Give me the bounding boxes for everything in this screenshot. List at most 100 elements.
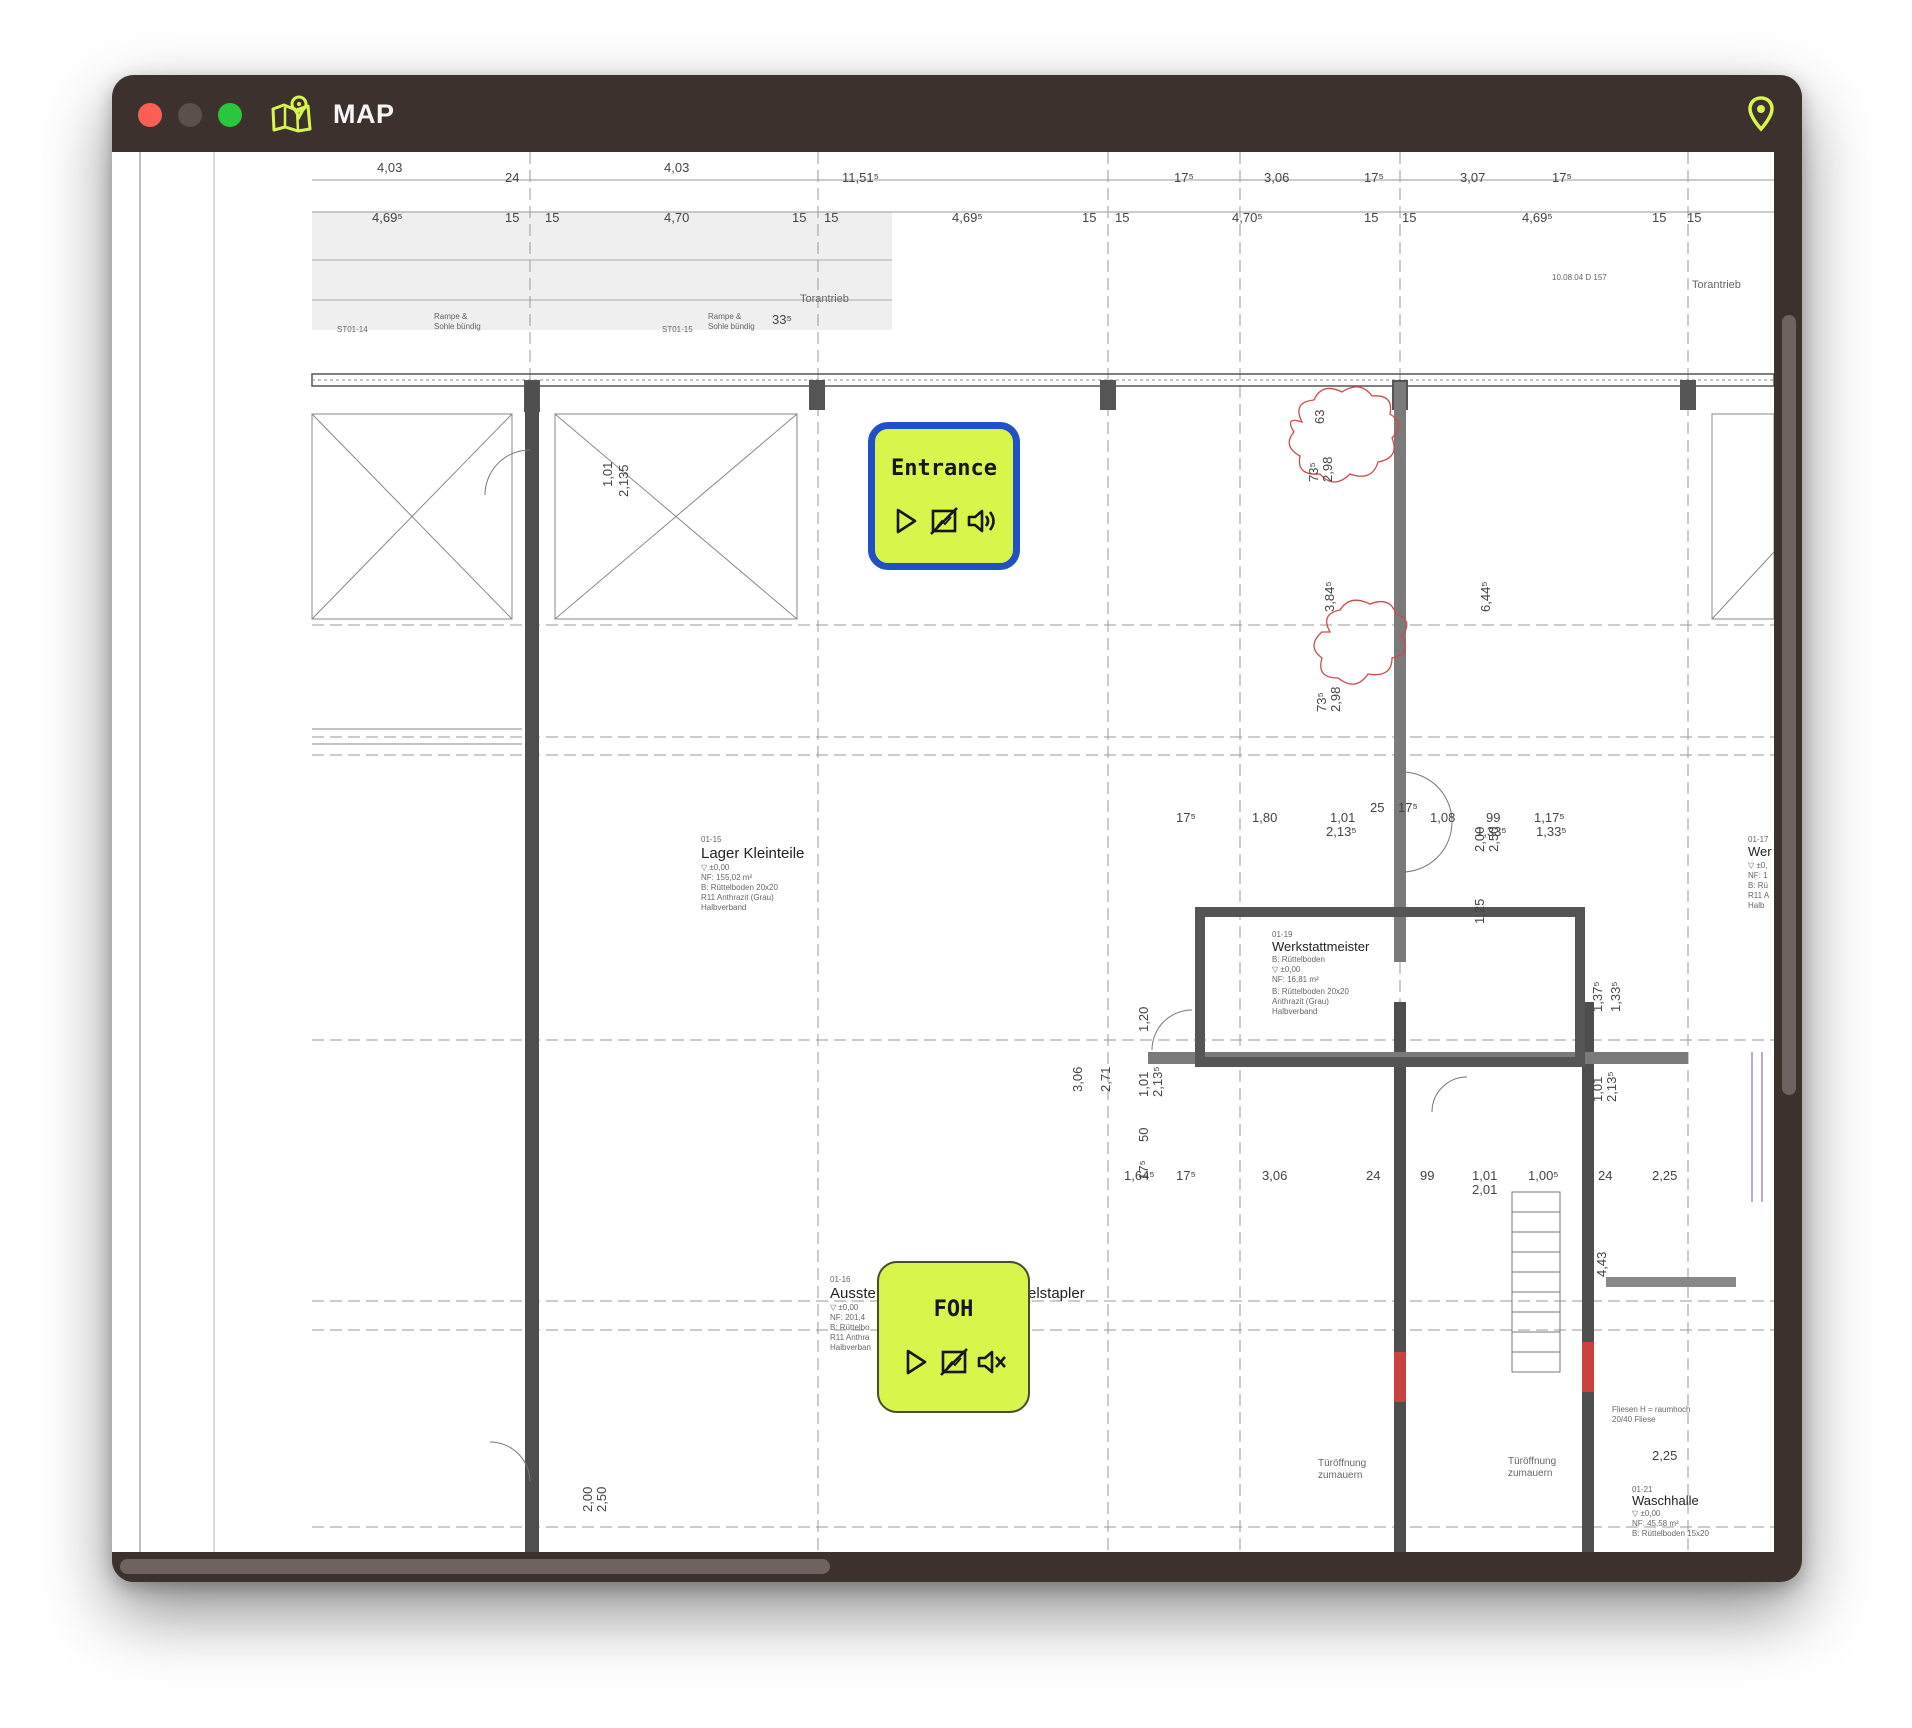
svg-text:Anthrazit (Grau): Anthrazit (Grau) <box>1272 997 1329 1006</box>
svg-text:3,06: 3,06 <box>1070 1067 1085 1092</box>
svg-text:24: 24 <box>1366 1168 1380 1183</box>
svg-text:17⁵: 17⁵ <box>1176 810 1196 825</box>
no-video-icon[interactable] <box>928 505 960 537</box>
svg-text:73⁵: 73⁵ <box>1314 692 1329 712</box>
svg-text:R11 Anthra: R11 Anthra <box>830 1333 870 1342</box>
svg-text:ST01-14: ST01-14 <box>337 325 368 334</box>
svg-text:99: 99 <box>1420 1168 1434 1183</box>
svg-text:20/40 Fliese: 20/40 Fliese <box>1612 1415 1656 1424</box>
map-window: MAP 4,03 24 4,03 11,51⁵ 17⁵ 3,06 17⁵ 3,0… <box>112 75 1802 1582</box>
svg-text:B: Rüttelboden: B: Rüttelboden <box>1272 955 1325 964</box>
svg-text:15: 15 <box>1402 210 1416 225</box>
svg-text:Wer: Wer <box>1748 844 1772 859</box>
play-icon[interactable] <box>900 1346 932 1378</box>
vertical-scrollbar-thumb[interactable] <box>1782 315 1796 1095</box>
zone-foh-label: FOH <box>933 1296 974 1322</box>
svg-text:Halb: Halb <box>1748 901 1765 910</box>
zone-entrance[interactable]: Entrance <box>868 422 1020 570</box>
svg-text:17⁵: 17⁵ <box>1136 1160 1151 1180</box>
svg-text:1,01: 1,01 <box>1472 1168 1497 1183</box>
svg-text:4,69⁵: 4,69⁵ <box>952 210 983 225</box>
svg-text:Torantrieb: Torantrieb <box>1692 279 1741 291</box>
svg-text:1,33⁵: 1,33⁵ <box>1608 981 1623 1012</box>
svg-text:50: 50 <box>1136 1128 1151 1142</box>
svg-text:Rampe &: Rampe & <box>434 312 468 321</box>
svg-text:NF: 201,4: NF: 201,4 <box>830 1313 866 1322</box>
svg-text:1,01: 1,01 <box>1330 810 1355 825</box>
svg-text:15: 15 <box>824 210 838 225</box>
svg-text:B: Rüttelbo: B: Rüttelbo <box>830 1323 870 1332</box>
svg-text:17⁵: 17⁵ <box>1364 170 1384 185</box>
svg-text:1,17⁵: 1,17⁵ <box>1534 810 1565 825</box>
svg-text:R11 Anthrazit (Grau): R11 Anthrazit (Grau) <box>701 893 774 902</box>
svg-text:2,98: 2,98 <box>1320 457 1335 482</box>
horizontal-scrollbar-thumb[interactable] <box>120 1559 830 1574</box>
svg-text:▽ ±0,00: ▽ ±0,00 <box>830 1303 859 1312</box>
svg-text:NF: 155,02 m²: NF: 155,02 m² <box>701 873 752 882</box>
location-pin-icon[interactable] <box>1746 95 1776 138</box>
svg-text:2,50: 2,50 <box>1486 827 1501 852</box>
svg-text:zumauern: zumauern <box>1508 1468 1552 1479</box>
svg-text:3,06: 3,06 <box>1262 1168 1287 1183</box>
zone-foh-controls <box>900 1346 1008 1378</box>
svg-text:1,37⁵: 1,37⁵ <box>1590 981 1605 1012</box>
zone-foh[interactable]: FOH <box>877 1261 1030 1413</box>
svg-text:4,43: 4,43 <box>1594 1252 1609 1277</box>
volume-on-icon[interactable] <box>966 505 998 537</box>
svg-text:Werkstattmeister: Werkstattmeister <box>1272 939 1370 954</box>
svg-text:B: Rüttelboden 20x20: B: Rüttelboden 20x20 <box>701 883 778 892</box>
svg-text:24: 24 <box>505 170 519 185</box>
svg-text:NF: 1: NF: 1 <box>1748 871 1768 880</box>
svg-text:17⁵: 17⁵ <box>1176 1168 1196 1183</box>
svg-text:73⁵: 73⁵ <box>1306 462 1321 482</box>
svg-text:15: 15 <box>1687 210 1701 225</box>
svg-text:2,50: 2,50 <box>594 1487 609 1512</box>
svg-text:01-16: 01-16 <box>830 1275 851 1284</box>
svg-text:B: Rü: B: Rü <box>1748 881 1768 890</box>
svg-text:15: 15 <box>545 210 559 225</box>
svg-text:4,03: 4,03 <box>664 160 689 175</box>
svg-text:▽ ±0,00: ▽ ±0,00 <box>701 863 730 872</box>
svg-text:1,01: 1,01 <box>1136 1072 1151 1097</box>
svg-text:01-15: 01-15 <box>701 835 722 844</box>
svg-text:2,135: 2,135 <box>616 464 631 497</box>
svg-text:2,13⁵: 2,13⁵ <box>1150 1066 1165 1097</box>
play-icon[interactable] <box>890 505 922 537</box>
svg-text:15: 15 <box>1652 210 1666 225</box>
svg-text:NF: 16,81 m²: NF: 16,81 m² <box>1272 975 1319 984</box>
svg-text:1,00⁵: 1,00⁵ <box>1528 1168 1559 1183</box>
svg-text:▽ ±0,00: ▽ ±0,00 <box>1272 965 1301 974</box>
svg-text:1,01: 1,01 <box>600 462 615 487</box>
svg-text:Sohle bündig: Sohle bündig <box>434 322 481 331</box>
svg-text:4,03: 4,03 <box>377 160 402 175</box>
svg-text:4,70: 4,70 <box>664 210 689 225</box>
svg-text:Sohle bündig: Sohle bündig <box>708 322 755 331</box>
svg-text:3,06: 3,06 <box>1264 170 1289 185</box>
svg-text:Ausste: Ausste <box>830 1285 876 1302</box>
zoom-window-button[interactable] <box>218 103 242 127</box>
svg-text:Halbverband: Halbverband <box>1272 1007 1317 1016</box>
close-window-button[interactable] <box>138 103 162 127</box>
svg-text:ST01-15: ST01-15 <box>662 325 693 334</box>
svg-text:99: 99 <box>1486 810 1500 825</box>
svg-text:2,25: 2,25 <box>1652 1448 1677 1463</box>
svg-text:3,07: 3,07 <box>1460 170 1485 185</box>
svg-text:Fliesen H = raumhoch: Fliesen H = raumhoch <box>1612 1405 1690 1414</box>
svg-text:1,01: 1,01 <box>1590 1077 1605 1102</box>
zone-entrance-controls <box>890 505 998 537</box>
no-video-icon[interactable] <box>938 1346 970 1378</box>
svg-text:2,13⁵: 2,13⁵ <box>1326 824 1357 839</box>
svg-text:Lager Kleinteile: Lager Kleinteile <box>701 845 804 862</box>
svg-text:2,98: 2,98 <box>1328 687 1343 712</box>
svg-text:1,08: 1,08 <box>1430 810 1455 825</box>
svg-text:4,69⁵: 4,69⁵ <box>372 210 403 225</box>
svg-text:6,44⁵: 6,44⁵ <box>1478 581 1493 612</box>
titlebar: MAP <box>112 75 1802 152</box>
svg-text:zumauern: zumauern <box>1318 1470 1362 1481</box>
volume-muted-icon[interactable] <box>976 1346 1008 1378</box>
svg-text:Rampe &: Rampe & <box>708 312 742 321</box>
svg-text:63: 63 <box>1312 410 1327 424</box>
minimize-window-button[interactable] <box>178 103 202 127</box>
svg-text:15: 15 <box>792 210 806 225</box>
svg-text:Halbverban: Halbverban <box>830 1343 871 1352</box>
